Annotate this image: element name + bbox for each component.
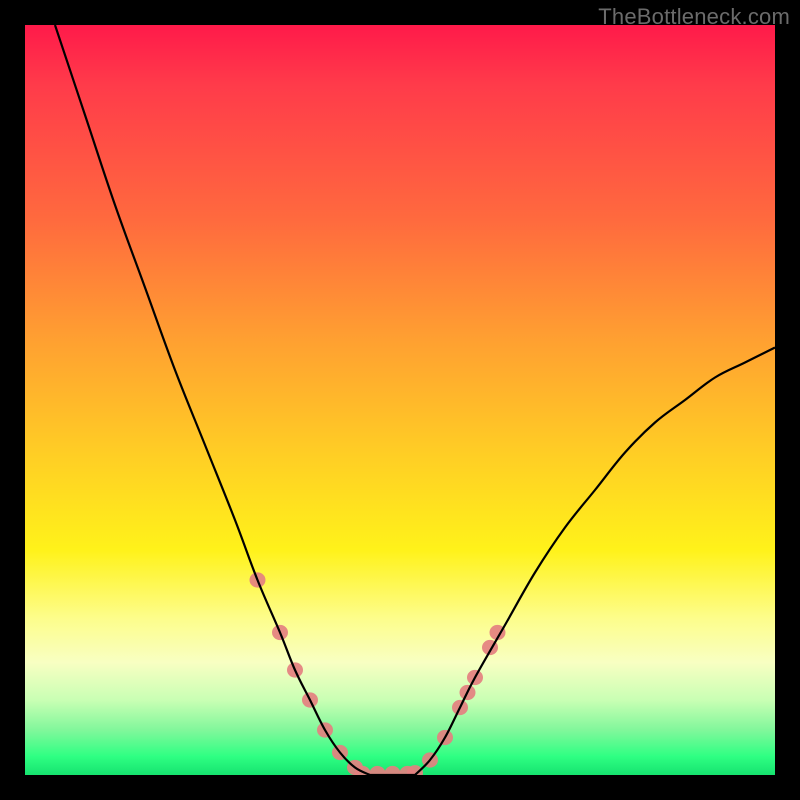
markers-group xyxy=(250,572,506,775)
watermark-text: TheBottleneck.com xyxy=(598,4,790,30)
bottleneck-curve xyxy=(55,25,775,775)
marker-dot xyxy=(385,766,401,775)
chart-frame: TheBottleneck.com xyxy=(0,0,800,800)
plot-area xyxy=(25,25,775,775)
marker-dot xyxy=(370,766,386,775)
curve-layer xyxy=(25,25,775,775)
